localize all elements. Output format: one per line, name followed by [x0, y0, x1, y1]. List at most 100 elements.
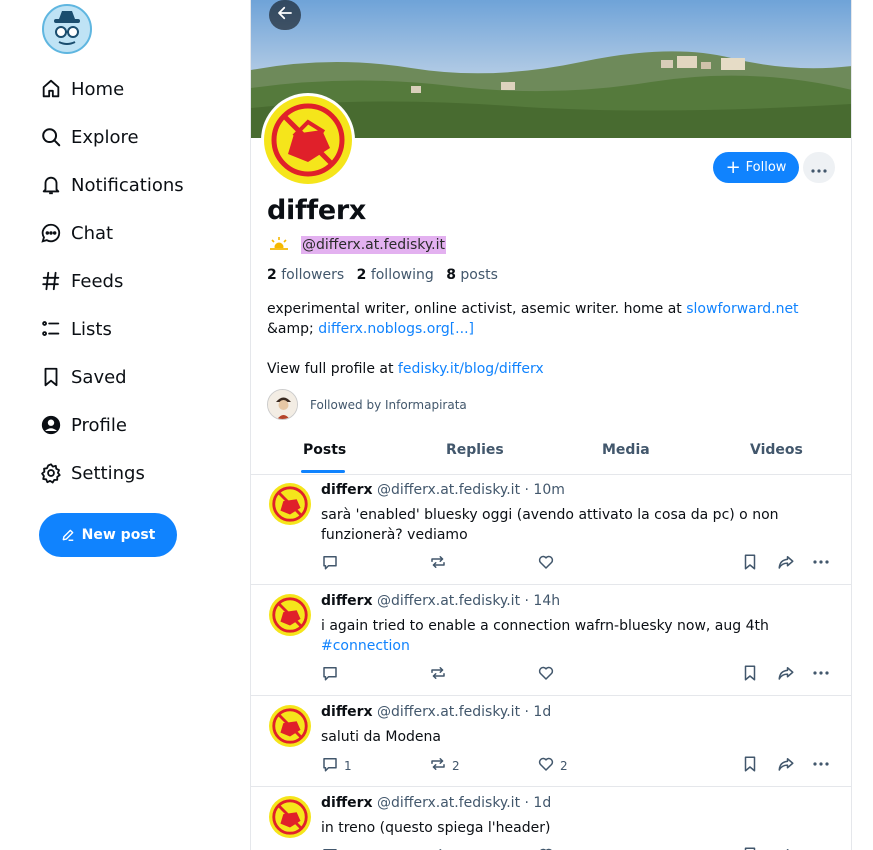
arrow-left-icon — [276, 4, 294, 26]
reply-icon — [321, 553, 339, 574]
reply-button[interactable] — [321, 553, 339, 574]
followed-by-text: Followed by Informapirata — [310, 397, 467, 412]
repost-button[interactable] — [429, 846, 447, 850]
post-time[interactable]: · 10m — [525, 482, 565, 498]
bio-text-1: experimental writer, online activist, as… — [267, 301, 687, 317]
nav-home[interactable]: Home — [38, 71, 124, 107]
like-count: 2 — [560, 758, 568, 773]
like-button[interactable] — [537, 553, 555, 574]
nav-saved[interactable]: Saved — [38, 359, 127, 395]
reply-button[interactable] — [321, 846, 339, 850]
followers-stat[interactable]: 2 followers — [267, 267, 344, 283]
full-profile-line: View full profile at fedisky.it/blog/dif… — [267, 359, 544, 379]
new-post-button[interactable]: New post — [39, 513, 177, 557]
profile-handle: @differx.at.fedisky.it — [301, 236, 447, 254]
post-author-name[interactable]: differx — [321, 593, 373, 609]
post-more-button[interactable] — [813, 664, 829, 678]
share-button[interactable] — [777, 553, 795, 574]
post-actions — [321, 553, 841, 575]
avatar-image — [264, 96, 352, 184]
back-button[interactable] — [269, 0, 301, 30]
like-button[interactable] — [537, 846, 555, 850]
post-author-handle[interactable]: @differx.at.fedisky.it — [377, 593, 520, 609]
profile-avatar[interactable] — [261, 93, 355, 187]
nav-explore[interactable]: Explore — [38, 119, 139, 155]
post-more-button[interactable] — [813, 755, 829, 769]
followed-by[interactable]: Followed by Informapirata — [267, 389, 467, 420]
tab-media[interactable]: Media — [602, 442, 650, 458]
bookmark-icon — [741, 664, 759, 685]
bookmark-button[interactable] — [741, 846, 759, 850]
bio-link-noblogs[interactable]: differx.noblogs.org[...] — [318, 321, 474, 337]
post-avatar[interactable] — [269, 483, 311, 525]
nav-feeds[interactable]: Feeds — [38, 263, 123, 299]
post-item[interactable]: differx @differx.at.fedisky.it · 10m sar… — [251, 475, 851, 585]
post-author-handle[interactable]: @differx.at.fedisky.it — [377, 482, 520, 498]
bio-link-slowforward[interactable]: slowforward.net — [686, 301, 798, 317]
nav-lists[interactable]: Lists — [38, 311, 112, 347]
bookmark-button[interactable] — [741, 553, 759, 574]
posts-label: posts — [460, 267, 498, 283]
post-header: differx @differx.at.fedisky.it · 1d — [321, 704, 551, 720]
nav-profile[interactable]: Profile — [38, 407, 127, 443]
post-item[interactable]: differx @differx.at.fedisky.it · 14h i a… — [251, 586, 851, 696]
like-button[interactable]: 2 — [537, 755, 568, 776]
full-profile-link[interactable]: fedisky.it/blog/differx — [398, 361, 544, 377]
sidebar: Home Explore Notifications Chat Feeds Li… — [0, 0, 250, 850]
reply-button[interactable]: 1 — [321, 755, 352, 776]
bookmark-icon — [741, 553, 759, 574]
post-item[interactable]: differx @differx.at.fedisky.it · 1d salu… — [251, 697, 851, 787]
post-avatar[interactable] — [269, 796, 311, 838]
post-author-name[interactable]: differx — [321, 704, 373, 720]
share-button[interactable] — [777, 664, 795, 685]
repost-icon — [429, 664, 447, 685]
followers-count: 2 — [267, 267, 277, 283]
share-button[interactable] — [777, 846, 795, 850]
post-author-handle[interactable]: @differx.at.fedisky.it — [377, 795, 520, 811]
post-more-button[interactable] — [813, 846, 829, 850]
profile-display-name: differx — [267, 195, 367, 226]
nav-notifications[interactable]: Notifications — [38, 167, 184, 203]
post-hashtag[interactable]: #connection — [321, 638, 410, 654]
repost-button[interactable] — [429, 664, 447, 685]
bookmark-button[interactable] — [741, 664, 759, 685]
post-avatar[interactable] — [269, 705, 311, 747]
bookmark-icon — [741, 846, 759, 850]
post-item[interactable]: differx @differx.at.fedisky.it · 1d in t… — [251, 788, 851, 850]
repost-icon — [429, 553, 447, 574]
post-author-handle[interactable]: @differx.at.fedisky.it — [377, 704, 520, 720]
post-text: in treno (questo spiega l'header) — [321, 820, 551, 836]
tab-videos[interactable]: Videos — [750, 442, 803, 458]
ellipsis-icon — [813, 846, 829, 850]
following-stat[interactable]: 2 following — [357, 267, 434, 283]
repost-button[interactable] — [429, 553, 447, 574]
heart-icon — [537, 664, 555, 685]
post-more-button[interactable] — [813, 553, 829, 567]
nav-explore-label: Explore — [71, 126, 139, 148]
reply-button[interactable] — [321, 664, 339, 685]
tab-posts[interactable]: Posts — [303, 442, 346, 458]
profile-main: + Follow differx @differx.at.fedisky.it … — [250, 0, 852, 850]
post-time[interactable]: · 14h — [525, 593, 561, 609]
profile-more-button[interactable] — [803, 152, 835, 183]
pencil-icon — [61, 528, 75, 542]
ellipsis-icon — [813, 755, 829, 769]
repost-icon — [429, 755, 447, 776]
full-profile-prefix: View full profile at — [267, 361, 398, 377]
tab-replies[interactable]: Replies — [446, 442, 504, 458]
nav-settings[interactable]: Settings — [38, 455, 145, 491]
like-button[interactable] — [537, 664, 555, 685]
post-time[interactable]: · 1d — [525, 795, 552, 811]
post-author-name[interactable]: differx — [321, 795, 373, 811]
bookmark-button[interactable] — [741, 755, 759, 776]
post-avatar[interactable] — [269, 594, 311, 636]
post-author-name[interactable]: differx — [321, 482, 373, 498]
app-logo[interactable] — [42, 4, 92, 54]
repost-button[interactable]: 2 — [429, 755, 460, 776]
share-button[interactable] — [777, 755, 795, 776]
post-header: differx @differx.at.fedisky.it · 14h — [321, 593, 560, 609]
nav-chat[interactable]: Chat — [38, 215, 113, 251]
bio-text-2: &amp; — [267, 321, 319, 337]
post-time[interactable]: · 1d — [525, 704, 552, 720]
follow-button[interactable]: + Follow — [713, 152, 799, 183]
